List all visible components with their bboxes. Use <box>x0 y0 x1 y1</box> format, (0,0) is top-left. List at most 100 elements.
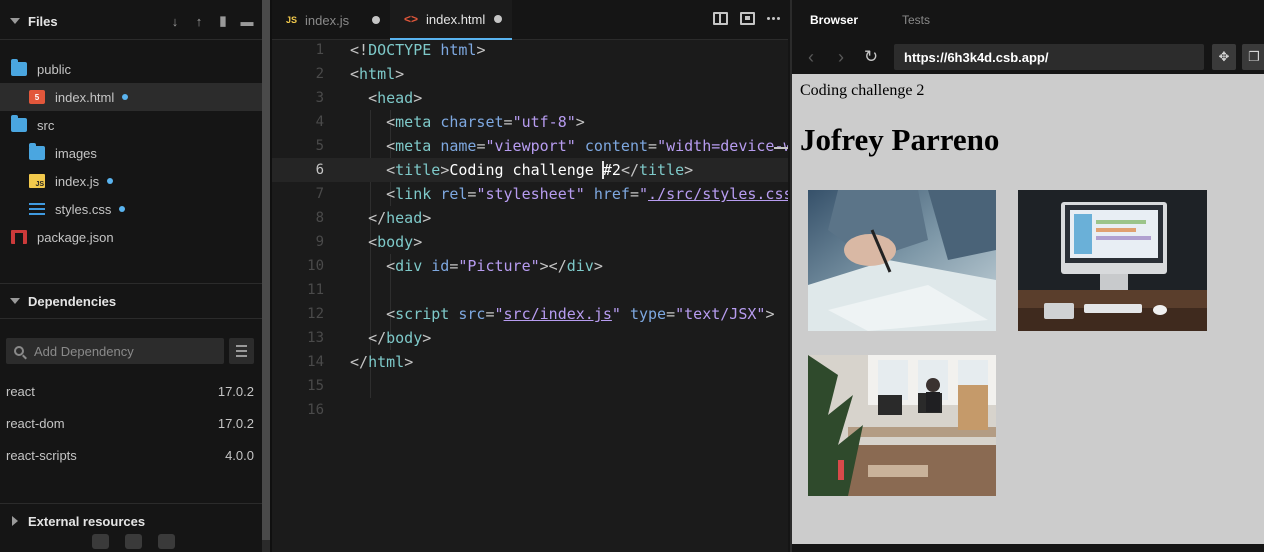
devtools-icon[interactable]: ✥ <box>1212 44 1236 70</box>
divider <box>0 39 262 40</box>
menu-line <box>236 345 247 347</box>
line-number: 13 <box>307 330 324 346</box>
browser-navbar: ‹ › ↻ https://6h3k4d.csb.app/ ✥ ❐ <box>792 40 1264 74</box>
line-number: 8 <box>315 210 324 226</box>
tab-tests[interactable]: Tests <box>884 13 976 27</box>
line-content: <head> <box>368 89 423 107</box>
collapse-down-icon[interactable]: ↓ <box>168 13 182 29</box>
line-content: <div id="Picture"></div> <box>386 257 603 275</box>
unsaved-indicator[interactable] <box>494 15 502 23</box>
minimap-marker <box>774 147 788 149</box>
chevron-down-icon <box>10 298 20 304</box>
refresh-icon[interactable]: ↻ <box>856 42 886 72</box>
sidebar-scrollbar[interactable] <box>262 0 270 552</box>
upload-icon[interactable]: ↑ <box>192 13 206 29</box>
external-resources-section-header[interactable]: External resources <box>0 504 262 538</box>
line-number: 10 <box>307 258 324 274</box>
js-file-icon: JS <box>29 174 45 188</box>
line-number: 6 <box>315 162 324 178</box>
code-line: 14 </html> <box>272 350 788 374</box>
scrollbar-thumb[interactable] <box>262 0 270 540</box>
url-input[interactable]: https://6h3k4d.csb.app/ <box>894 44 1204 70</box>
modified-indicator <box>107 178 114 184</box>
line-number: 2 <box>315 66 324 82</box>
tree-item-src[interactable]: src <box>0 111 262 139</box>
external-resources-label: External resources <box>28 513 146 529</box>
browser-tabs: Browser Tests <box>792 0 1264 40</box>
twitter-icon[interactable] <box>92 534 109 549</box>
sidebar: Files ↓ ↑ ▮ ▬ public 5 index.html src im… <box>0 0 262 552</box>
line-number: 5 <box>315 138 324 154</box>
tree-item-label: styles.css <box>55 201 112 217</box>
css-file-icon <box>29 202 45 216</box>
js-file-icon: JS <box>286 15 298 25</box>
code-line: 7 <link rel="stylesheet" href="./src/sty… <box>272 182 788 206</box>
forward-icon[interactable]: › <box>826 42 856 72</box>
tree-item-label: index.html <box>55 89 115 105</box>
line-content: </html> <box>350 353 414 371</box>
back-icon[interactable]: ‹ <box>796 42 826 72</box>
open-preview-icon[interactable] <box>740 12 755 25</box>
code-line: 10 <div id="Picture"></div> <box>272 254 788 278</box>
line-number: 3 <box>315 90 324 106</box>
dependency-version: 17.0.2 <box>217 415 254 431</box>
code-area[interactable]: 1 <!DOCTYPE html> 2 <html> 3 <head> 4 <m… <box>272 38 788 552</box>
files-actions: ↓ ↑ ▮ ▬ <box>168 13 254 29</box>
line-content: </head> <box>368 209 432 227</box>
add-dependency-input[interactable]: Add Dependency <box>6 338 224 364</box>
dependencies-section-header[interactable]: Dependencies <box>0 284 262 318</box>
code-line: 1 <!DOCTYPE html> <box>272 38 788 62</box>
tab-index-html[interactable]: <> index.html <box>390 0 512 40</box>
line-content: <!DOCTYPE html> <box>350 41 486 59</box>
tree-item-images[interactable]: images <box>0 139 262 167</box>
code-line: 9 <body> <box>272 230 788 254</box>
code-editor: JS index.js <> index.html 1 <!DOCTYPE ht… <box>272 0 788 552</box>
picture-imac <box>1018 190 1207 331</box>
page-title-text: Coding challenge 2 <box>800 82 925 99</box>
line-number: 11 <box>307 282 324 298</box>
discord-icon[interactable] <box>158 534 175 549</box>
line-content: </body> <box>368 329 432 347</box>
code-line: 15 <box>272 374 788 398</box>
line-number: 14 <box>307 354 324 370</box>
html-file-icon: <> <box>404 12 419 26</box>
chevron-down-icon <box>10 18 20 24</box>
dependency-row-react-scripts[interactable]: react-scripts 4.0.0 <box>6 443 254 467</box>
open-new-window-icon[interactable]: ❐ <box>1242 44 1264 70</box>
tab-browser[interactable]: Browser <box>792 13 884 27</box>
new-file-icon[interactable]: ▮ <box>216 13 230 29</box>
menu-line <box>236 355 247 357</box>
tree-item-index-html[interactable]: 5 index.html <box>0 83 262 111</box>
tree-item-label: src <box>37 117 55 133</box>
line-content: <link rel="stylesheet" href="./src/style… <box>386 185 788 203</box>
tree-item-styles-css[interactable]: styles.css <box>0 195 262 223</box>
line-content: <meta charset="utf-8"> <box>386 113 585 131</box>
editor-actions <box>713 12 780 25</box>
dependency-menu-button[interactable] <box>229 338 254 364</box>
tab-label: index.js <box>305 12 350 28</box>
github-icon[interactable] <box>125 534 142 549</box>
menu-line <box>236 350 247 352</box>
tree-item-package-json[interactable]: package.json <box>0 223 262 251</box>
picture-office <box>808 355 996 496</box>
code-line: 13 </body> <box>272 326 788 350</box>
files-section-header[interactable]: Files ↓ ↑ ▮ ▬ <box>0 4 262 38</box>
tree-item-label: images <box>55 145 97 161</box>
code-line: 12 <script src="src/index.js" type="text… <box>272 302 788 326</box>
tree-item-index-js[interactable]: JS index.js <box>0 167 262 195</box>
tab-index-js[interactable]: JS index.js <box>272 0 390 40</box>
dependency-row-react-dom[interactable]: react-dom 17.0.2 <box>6 411 254 435</box>
code-line: 8 </head> <box>272 206 788 230</box>
editor-tabbar: JS index.js <> index.html <box>272 0 788 40</box>
unsaved-indicator[interactable] <box>372 16 380 24</box>
split-view-icon[interactable] <box>713 12 728 25</box>
dependency-row-react[interactable]: react 17.0.2 <box>6 379 254 403</box>
code-line: 16 <box>272 398 788 422</box>
tree-item-public[interactable]: public <box>0 55 262 83</box>
line-number: 7 <box>315 186 324 202</box>
more-options-icon[interactable] <box>767 17 780 20</box>
dependency-version: 4.0.0 <box>225 447 254 463</box>
new-folder-icon[interactable]: ▬ <box>240 13 254 29</box>
page-heading: Jofrey Parreno <box>800 122 1000 157</box>
line-number: 4 <box>315 114 324 130</box>
